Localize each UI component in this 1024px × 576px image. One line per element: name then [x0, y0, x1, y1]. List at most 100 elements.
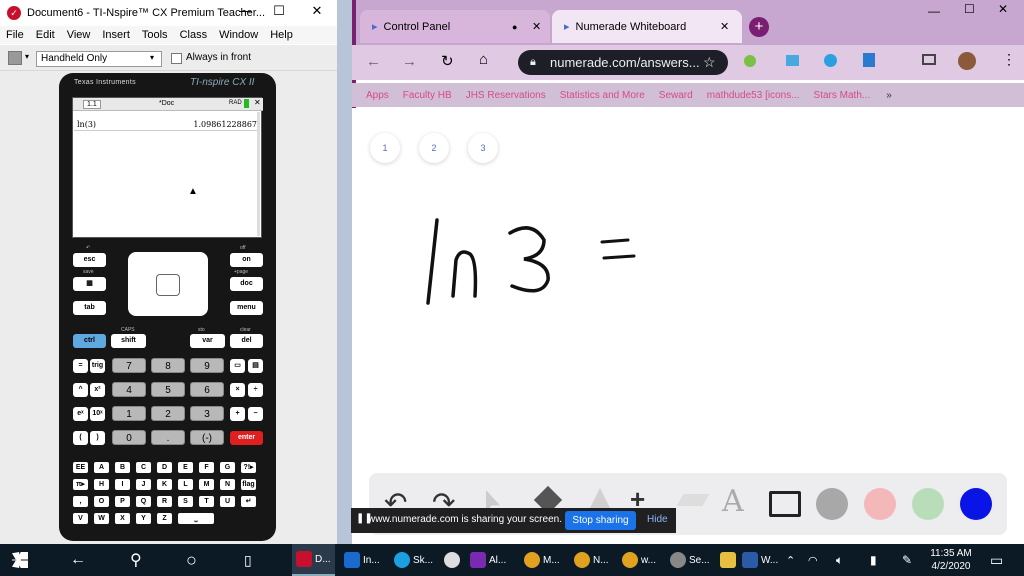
shape-icon[interactable]	[590, 488, 610, 508]
minus-key[interactable]: −	[248, 407, 263, 421]
tab-control-panel[interactable]: ▸ Control Panel ● ✕	[360, 10, 550, 43]
home-icon[interactable]: ⌂	[479, 51, 488, 68]
var-key[interactable]: var	[190, 334, 225, 348]
bookmark-jhs-reservations[interactable]: JHS Reservations	[466, 90, 546, 101]
menu-window[interactable]: Window	[213, 29, 264, 41]
color-blue-swatch[interactable]	[960, 488, 992, 520]
image-icon[interactable]	[769, 491, 801, 517]
multiply-key[interactable]: ×	[230, 383, 245, 397]
always-in-front-checkbox[interactable]	[171, 53, 182, 64]
menu-insert[interactable]: Insert	[96, 29, 136, 41]
document-icon[interactable]	[8, 51, 22, 65]
close-tab-icon[interactable]: ✕	[532, 20, 541, 33]
microphone-icon[interactable]: ▮	[870, 544, 877, 576]
taskbar-outlook[interactable]: In...	[344, 544, 380, 576]
page-2-button[interactable]: 2	[419, 133, 449, 163]
extension-icon[interactable]	[786, 55, 799, 66]
reload-icon[interactable]: ↻	[441, 52, 454, 70]
minimize-icon[interactable]: —	[928, 4, 940, 18]
menu-help[interactable]: Help	[264, 29, 299, 41]
page-1-button[interactable]: 1	[370, 133, 400, 163]
clock[interactable]: 11:35 AM 4/2/2020	[928, 544, 974, 576]
digit-8-key[interactable]: 8	[151, 358, 185, 373]
maximize-icon[interactable]: ☐	[964, 2, 975, 16]
alpha-key[interactable]: P	[115, 496, 130, 507]
extension-icon[interactable]	[824, 54, 837, 67]
alpha-key[interactable]: H	[94, 479, 109, 490]
screen-scrollbar[interactable]	[257, 112, 260, 236]
download-icon[interactable]	[863, 53, 875, 67]
scratchpad-key[interactable]: ▦	[73, 277, 106, 291]
alpha-key[interactable]: T	[199, 496, 214, 507]
pen-tray-icon[interactable]: ✎	[902, 544, 912, 576]
forward-icon[interactable]: →	[402, 53, 417, 70]
menu-key[interactable]: menu	[230, 301, 263, 315]
menu-class[interactable]: Class	[174, 29, 214, 41]
taskbar-chrome-1[interactable]: M...	[524, 544, 560, 576]
taskbar-ti-nspire[interactable]: D...	[292, 544, 335, 576]
new-tab-button[interactable]: +	[749, 17, 769, 37]
ctrl-key[interactable]: ctrl	[73, 334, 106, 348]
alpha-key[interactable]: ⎵	[178, 513, 214, 524]
close-tab-icon[interactable]: ✕	[254, 98, 261, 107]
alpha-key[interactable]: flag	[241, 479, 256, 490]
task-view-icon[interactable]: ▯	[244, 544, 252, 576]
tab-numerade[interactable]: ▸ Numerade Whiteboard ✕	[552, 10, 742, 43]
catalog-key[interactable]: ▤	[248, 359, 263, 373]
menu-view[interactable]: View	[61, 29, 97, 41]
minimize-icon[interactable]: —	[228, 0, 262, 26]
alpha-key[interactable]: ?!▸	[241, 462, 256, 473]
caret-key[interactable]: ^	[73, 383, 88, 397]
cast-icon[interactable]	[922, 54, 936, 65]
close-paren-key[interactable]: )	[90, 431, 105, 445]
alpha-key[interactable]: R	[157, 496, 172, 507]
negative-key[interactable]: (-)	[190, 430, 224, 445]
text-icon[interactable]: A	[722, 484, 744, 519]
square-key[interactable]: x²	[90, 383, 105, 397]
alpha-key[interactable]: K	[157, 479, 172, 490]
menu-file[interactable]: File	[0, 29, 30, 41]
notification-icon[interactable]: ▭	[990, 544, 1003, 576]
alpha-key[interactable]: ↵	[241, 496, 256, 507]
alpha-key[interactable]: π▸	[73, 479, 88, 490]
back-icon[interactable]: ←	[366, 53, 381, 70]
plus-key[interactable]: +	[230, 407, 245, 421]
alpha-key[interactable]: W	[94, 513, 109, 524]
open-paren-key[interactable]: (	[73, 431, 88, 445]
alpha-key[interactable]: O	[94, 496, 109, 507]
alpha-key[interactable]: B	[115, 462, 130, 473]
alpha-key[interactable]: U	[220, 496, 235, 507]
search-icon[interactable]: ⚲	[130, 544, 142, 576]
taskbar-onenote[interactable]: Al...	[470, 544, 506, 576]
alpha-key[interactable]: G	[220, 462, 235, 473]
people-icon[interactable]: ⌃	[786, 544, 795, 576]
template-key[interactable]: ▭	[230, 359, 245, 373]
bookmark-statistics[interactable]: Statistics and More	[560, 90, 645, 101]
color-green-swatch[interactable]	[912, 488, 944, 520]
taskbar-word[interactable]: W...	[742, 544, 778, 576]
taskbar-chrome-2[interactable]: N...	[574, 544, 609, 576]
volume-icon[interactable]: 🔈︎	[836, 544, 843, 576]
cortana-icon[interactable]: ○	[186, 544, 197, 576]
doc-key[interactable]: doc	[230, 277, 263, 291]
ten-power-key[interactable]: 10ˣ	[90, 407, 105, 421]
more-menu-icon[interactable]: ⋮	[1002, 51, 1016, 68]
alpha-key[interactable]: I	[115, 479, 130, 490]
bookmark-apps[interactable]: Apps	[366, 90, 389, 101]
alpha-key[interactable]: M	[199, 479, 214, 490]
on-key[interactable]: on	[230, 253, 263, 267]
close-icon[interactable]: ✕	[300, 0, 334, 26]
menu-tools[interactable]: Tools	[136, 29, 174, 41]
taskbar-explorer[interactable]	[720, 544, 739, 576]
digit-7-key[interactable]: 7	[112, 358, 146, 373]
taskbar-chrome-3[interactable]: w...	[622, 544, 656, 576]
page-tab[interactable]: 1.1	[83, 100, 101, 109]
alpha-key[interactable]: EE	[73, 462, 88, 473]
alpha-key[interactable]: J	[136, 479, 151, 490]
bookmark-mathdude[interactable]: mathdude53 [icons...	[707, 90, 800, 101]
back-arrow-icon[interactable]: ←	[70, 544, 86, 576]
alpha-key[interactable]: S	[178, 496, 193, 507]
digit-2-key[interactable]: 2	[151, 406, 185, 421]
color-pink-swatch[interactable]	[864, 488, 896, 520]
alpha-key[interactable]: ,	[73, 496, 88, 507]
